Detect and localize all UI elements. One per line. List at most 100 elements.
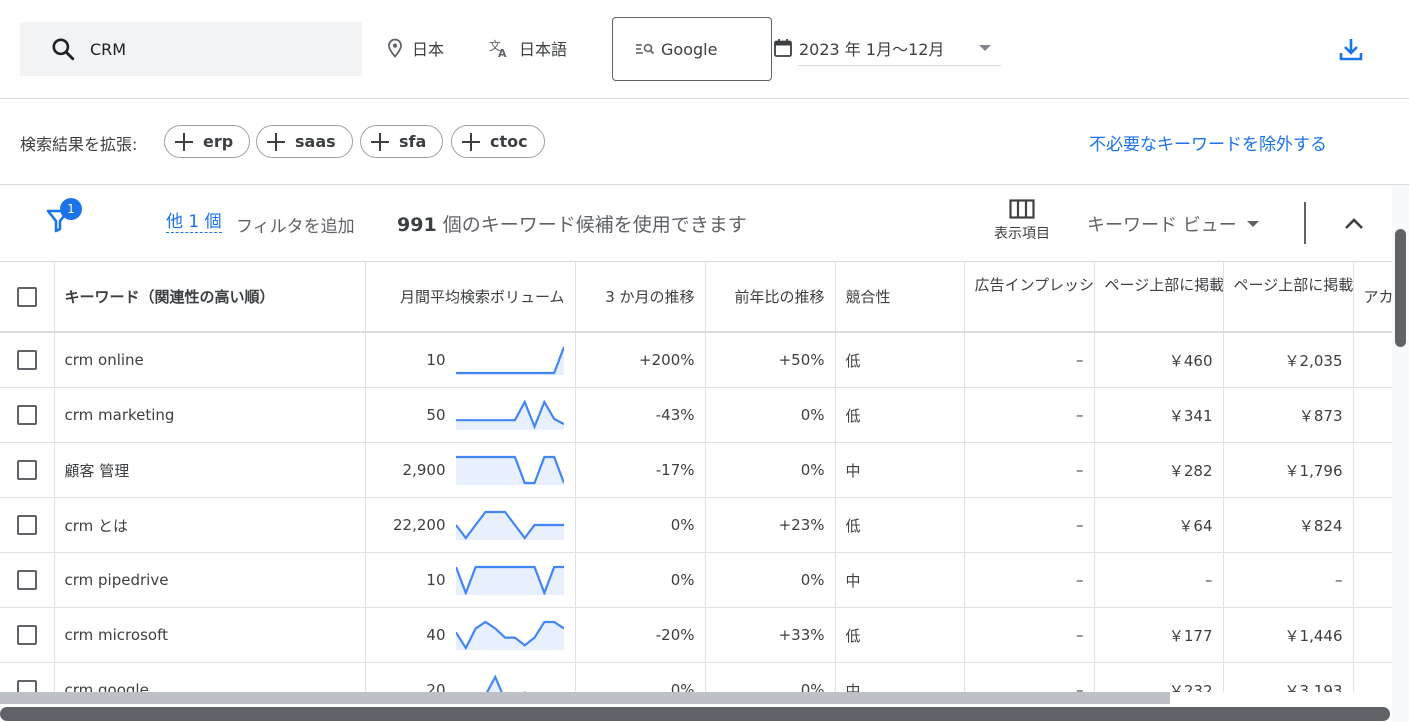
sparkline-area bbox=[455, 347, 564, 375]
competition-cell: 低 bbox=[835, 607, 965, 663]
trend-sparkline bbox=[455, 400, 564, 430]
select-all-checkbox[interactable] bbox=[16, 286, 37, 307]
table-row: crm online 10 +200% +50% 低 – ￥460 ￥2,035 bbox=[0, 332, 1392, 388]
trend-sparkline bbox=[455, 620, 564, 650]
calendar-icon bbox=[774, 39, 792, 57]
language-selector[interactable]: 文A 日本語 bbox=[489, 36, 567, 60]
column-header-top-bid-low[interactable]: ページ上部に掲載された広告の入札単価（低額帯） bbox=[1094, 262, 1224, 333]
keyword-count-suffix: 個のキーワード候補を使用できます bbox=[436, 214, 747, 236]
row-checkbox[interactable] bbox=[16, 460, 37, 480]
table-row: crm microsoft 40 -20% +33% 低 – ￥177 ￥1,446 bbox=[0, 607, 1392, 663]
trend-sparkline bbox=[455, 455, 564, 485]
account-status-cell bbox=[1353, 332, 1392, 388]
collapse-button[interactable] bbox=[1344, 215, 1364, 234]
filter-bar: 1 他 1 個 フィルタを追加 991 個のキーワード候補を使用できます 表示項… bbox=[0, 185, 1392, 262]
column-header-top-bid-high[interactable]: ページ上部に掲載された広告の入札単価（高額帯） bbox=[1223, 262, 1354, 333]
row-checkbox[interactable] bbox=[16, 680, 37, 692]
row-select-cell bbox=[0, 662, 55, 692]
search-network-label: Google bbox=[661, 39, 718, 59]
account-status-cell bbox=[1353, 387, 1392, 443]
keyword-cell: crm pipedrive bbox=[54, 552, 366, 608]
row-checkbox[interactable] bbox=[16, 515, 37, 535]
volume-cell: 22,200 bbox=[365, 497, 576, 553]
svg-text:A: A bbox=[498, 47, 507, 58]
row-checkbox[interactable] bbox=[16, 625, 37, 645]
top-bid-high-cell: ￥873 bbox=[1223, 387, 1354, 443]
other-filters-link[interactable]: 他 1 個 bbox=[166, 212, 222, 233]
chip-sfa[interactable]: sfa bbox=[360, 125, 444, 158]
competition-cell: 中 bbox=[835, 662, 965, 692]
column-header-impression[interactable]: 広告インプレッション bbox=[964, 262, 1095, 333]
chip-erp[interactable]: erp bbox=[164, 125, 251, 158]
column-header-competition[interactable]: 競合性 bbox=[835, 262, 965, 333]
top-bid-high-cell: ￥2,035 bbox=[1223, 332, 1354, 388]
row-checkbox[interactable] bbox=[16, 405, 37, 425]
columns-button[interactable]: 表示項目 bbox=[985, 199, 1059, 243]
impression-cell: – bbox=[964, 497, 1095, 553]
search-network-selector[interactable]: Google bbox=[612, 17, 772, 81]
volume-value: 22,200 bbox=[393, 516, 446, 534]
impression-cell: – bbox=[964, 607, 1095, 663]
plus-icon bbox=[265, 131, 287, 153]
column-header-keyword[interactable]: キーワード（関連性の高い順） bbox=[54, 262, 366, 333]
competition-cell: 低 bbox=[835, 497, 965, 553]
account-status-cell bbox=[1353, 662, 1392, 692]
volume-value: 2,900 bbox=[402, 461, 446, 479]
chip-saas[interactable]: saas bbox=[256, 125, 353, 158]
location-label: 日本 bbox=[412, 40, 445, 59]
keyword-view-selector[interactable]: キーワード ビュー bbox=[1087, 211, 1259, 237]
top-bid-low-cell: – bbox=[1094, 552, 1224, 608]
refine-label: 検索結果を拡張: bbox=[20, 135, 138, 154]
volume-value: 20 bbox=[426, 681, 446, 692]
competition-cell: 低 bbox=[835, 332, 965, 388]
keyword-cell: crm microsoft bbox=[54, 607, 366, 663]
keyword-cell: crm とは bbox=[54, 497, 366, 553]
row-checkbox[interactable] bbox=[16, 570, 37, 590]
page-horizontal-scrollbar[interactable] bbox=[0, 707, 1390, 721]
column-header-yoy[interactable]: 前年比の推移 bbox=[705, 262, 836, 333]
volume-cell: 40 bbox=[365, 607, 576, 663]
three-month-cell: -17% bbox=[575, 442, 706, 498]
chevron-up-icon bbox=[1345, 218, 1363, 229]
trend-sparkline bbox=[455, 565, 564, 595]
row-select-cell bbox=[0, 607, 55, 663]
three-month-cell: -43% bbox=[575, 387, 706, 443]
competition-cell: 低 bbox=[835, 387, 965, 443]
keyword-search-input[interactable]: CRM bbox=[20, 22, 362, 76]
three-month-cell: -20% bbox=[575, 607, 706, 663]
three-month-cell: 0% bbox=[575, 497, 706, 553]
account-status-cell bbox=[1353, 552, 1392, 608]
volume-value: 40 bbox=[426, 626, 446, 644]
columns-label: 表示項目 bbox=[994, 226, 1050, 242]
keyword-count-number: 991 bbox=[397, 214, 437, 236]
impression-cell: – bbox=[964, 387, 1095, 443]
keyword-view-label: キーワード ビュー bbox=[1087, 215, 1237, 236]
column-header-volume[interactable]: 月間平均検索ボリューム bbox=[365, 262, 576, 333]
date-underline bbox=[798, 65, 1001, 66]
location-selector[interactable]: 日本 bbox=[386, 36, 444, 60]
account-status-cell bbox=[1353, 497, 1392, 553]
row-checkbox[interactable] bbox=[16, 350, 37, 370]
top-bid-low-cell: ￥177 bbox=[1094, 607, 1224, 663]
volume-value: 10 bbox=[426, 351, 446, 369]
column-header-three-month[interactable]: 3 か月の推移 bbox=[575, 262, 706, 333]
table-horizontal-scrollbar[interactable] bbox=[0, 692, 1170, 704]
download-button[interactable] bbox=[1338, 36, 1364, 66]
three-month-cell: 0% bbox=[575, 552, 706, 608]
sparkline-line bbox=[485, 675, 526, 692]
top-bid-high-cell: – bbox=[1223, 552, 1354, 608]
add-filter-button[interactable]: フィルタを追加 bbox=[236, 212, 355, 237]
table-row: crm とは 22,200 0% +23% 低 – ￥64 ￥824 bbox=[0, 497, 1392, 553]
top-bid-high-cell: ￥824 bbox=[1223, 497, 1354, 553]
chip-label: erp bbox=[203, 132, 234, 151]
chip-ctoc[interactable]: ctoc bbox=[451, 125, 545, 158]
keyword-cell: 顧客 管理 bbox=[54, 442, 366, 498]
refine-results-row: 検索結果を拡張: erp saas sfa ctoc 不必要なキーワードを除外す… bbox=[0, 99, 1409, 185]
column-header-account-status[interactable]: アカウントのステータス bbox=[1353, 262, 1392, 333]
vertical-scrollbar-thumb[interactable] bbox=[1395, 229, 1406, 347]
exclude-keywords-link[interactable]: 不必要なキーワードを除外する bbox=[1089, 130, 1327, 155]
date-range-selector[interactable]: 2023 年 1月～12月 bbox=[773, 30, 1001, 66]
keyword-cell: crm marketing bbox=[54, 387, 366, 443]
top-bid-low-cell: ￥232 bbox=[1094, 662, 1224, 692]
account-status-cell bbox=[1353, 442, 1392, 498]
